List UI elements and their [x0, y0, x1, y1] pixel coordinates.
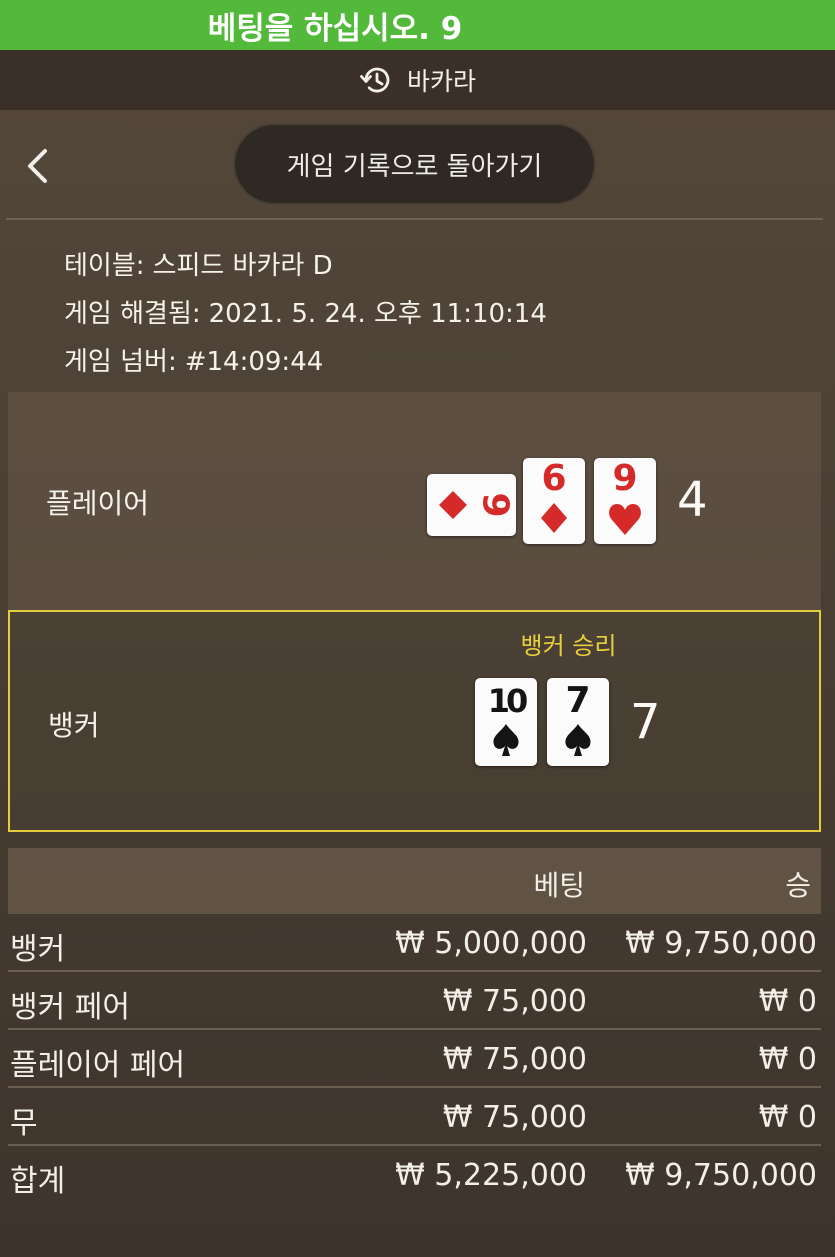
chevron-left-icon	[28, 149, 47, 183]
resolved-label: 게임 해결됨:	[64, 299, 201, 329]
bet-name: 뱅커	[10, 932, 66, 967]
navigation-row: 게임 기록으로 돌아가기	[0, 110, 835, 220]
bet-name: 플레이어 페어	[10, 1048, 186, 1083]
bet-amount: ₩ 5,225,000	[395, 1158, 587, 1193]
bet-amount: ₩ 5,000,000	[395, 926, 587, 961]
game-title: 바카라	[406, 67, 476, 96]
diamond-icon	[541, 503, 567, 533]
banker-card-1: 10	[475, 678, 537, 766]
bet-name: 뱅커 페어	[10, 990, 130, 1025]
bets-table-header: 베팅 승	[8, 848, 821, 914]
game-info: 테이블: 스피드 바카라 D 게임 해결됨: 2021. 5. 24. 오후 1…	[64, 242, 547, 386]
back-to-history-button[interactable]: 게임 기록으로 돌아가기	[233, 123, 596, 205]
win-amount: ₩ 9,750,000	[625, 926, 817, 961]
win-amount: ₩ 0	[758, 1042, 817, 1077]
back-button[interactable]	[20, 146, 54, 186]
resolved-value: 2021. 5. 24. 오후 11:10:14	[208, 299, 547, 329]
table-row: 무 ₩ 75,000 ₩ 0	[8, 1088, 821, 1146]
banker-card-1-rank: 10	[488, 682, 527, 720]
bet-name: 합계	[10, 1164, 66, 1199]
game-number-value: #14:09:44	[184, 347, 324, 377]
spade-icon	[493, 724, 519, 756]
bet-amount: ₩ 75,000	[442, 984, 587, 1019]
table-row-total: 합계 ₩ 5,225,000 ₩ 9,750,000	[8, 1146, 821, 1204]
banker-win-label: 뱅커 승리	[520, 632, 617, 660]
svg-text:9: 9	[475, 492, 516, 517]
win-amount: ₩ 9,750,000	[625, 1158, 817, 1193]
game-number-label: 게임 넘버:	[64, 347, 177, 377]
win-amount: ₩ 0	[758, 984, 817, 1019]
betting-status-text: 베팅을 하십시오. 9	[207, 10, 463, 47]
banker-score: 7	[630, 694, 661, 750]
heart-icon	[609, 504, 641, 535]
player-card-1: 9	[427, 474, 516, 536]
header-win: 승	[785, 869, 811, 902]
player-score: 4	[677, 472, 708, 528]
table-label: 테이블:	[64, 251, 145, 281]
bet-name: 무	[10, 1106, 38, 1141]
table-row: 뱅커 페어 ₩ 75,000 ₩ 0	[8, 972, 821, 1030]
betting-status-bar: 베팅을 하십시오. 9	[0, 0, 835, 50]
player-card-2: 6	[523, 458, 585, 544]
spade-icon	[565, 724, 591, 756]
banker-label: 뱅커	[48, 709, 100, 742]
banker-card-2-rank: 7	[565, 680, 590, 721]
table-row: 뱅커 ₩ 5,000,000 ₩ 9,750,000	[8, 914, 821, 972]
diamond-icon: 9	[439, 491, 516, 519]
bet-amount: ₩ 75,000	[442, 1042, 587, 1077]
game-header: 바카라	[0, 50, 835, 110]
divider	[6, 218, 823, 220]
player-card-2-rank: 6	[541, 458, 566, 499]
header-bet: 베팅	[533, 869, 585, 902]
win-amount: ₩ 0	[758, 1100, 817, 1135]
bet-amount: ₩ 75,000	[442, 1100, 587, 1135]
player-hand-panel: 플레이어 9 6 9 4	[8, 392, 821, 610]
bets-table: 베팅 승 뱅커 ₩ 5,000,000 ₩ 9,750,000 뱅커 페어 ₩ …	[8, 848, 821, 1204]
player-card-3: 9	[594, 458, 656, 544]
table-value: 스피드 바카라 D	[152, 251, 333, 281]
banker-card-2: 7	[547, 678, 609, 766]
table-row: 플레이어 페어 ₩ 75,000 ₩ 0	[8, 1030, 821, 1088]
player-label: 플레이어	[46, 487, 150, 520]
banker-hand-panel: 뱅커 승리 뱅커 10 7 7	[8, 610, 821, 832]
player-card-3-rank: 9	[612, 458, 637, 499]
history-icon	[359, 63, 393, 97]
